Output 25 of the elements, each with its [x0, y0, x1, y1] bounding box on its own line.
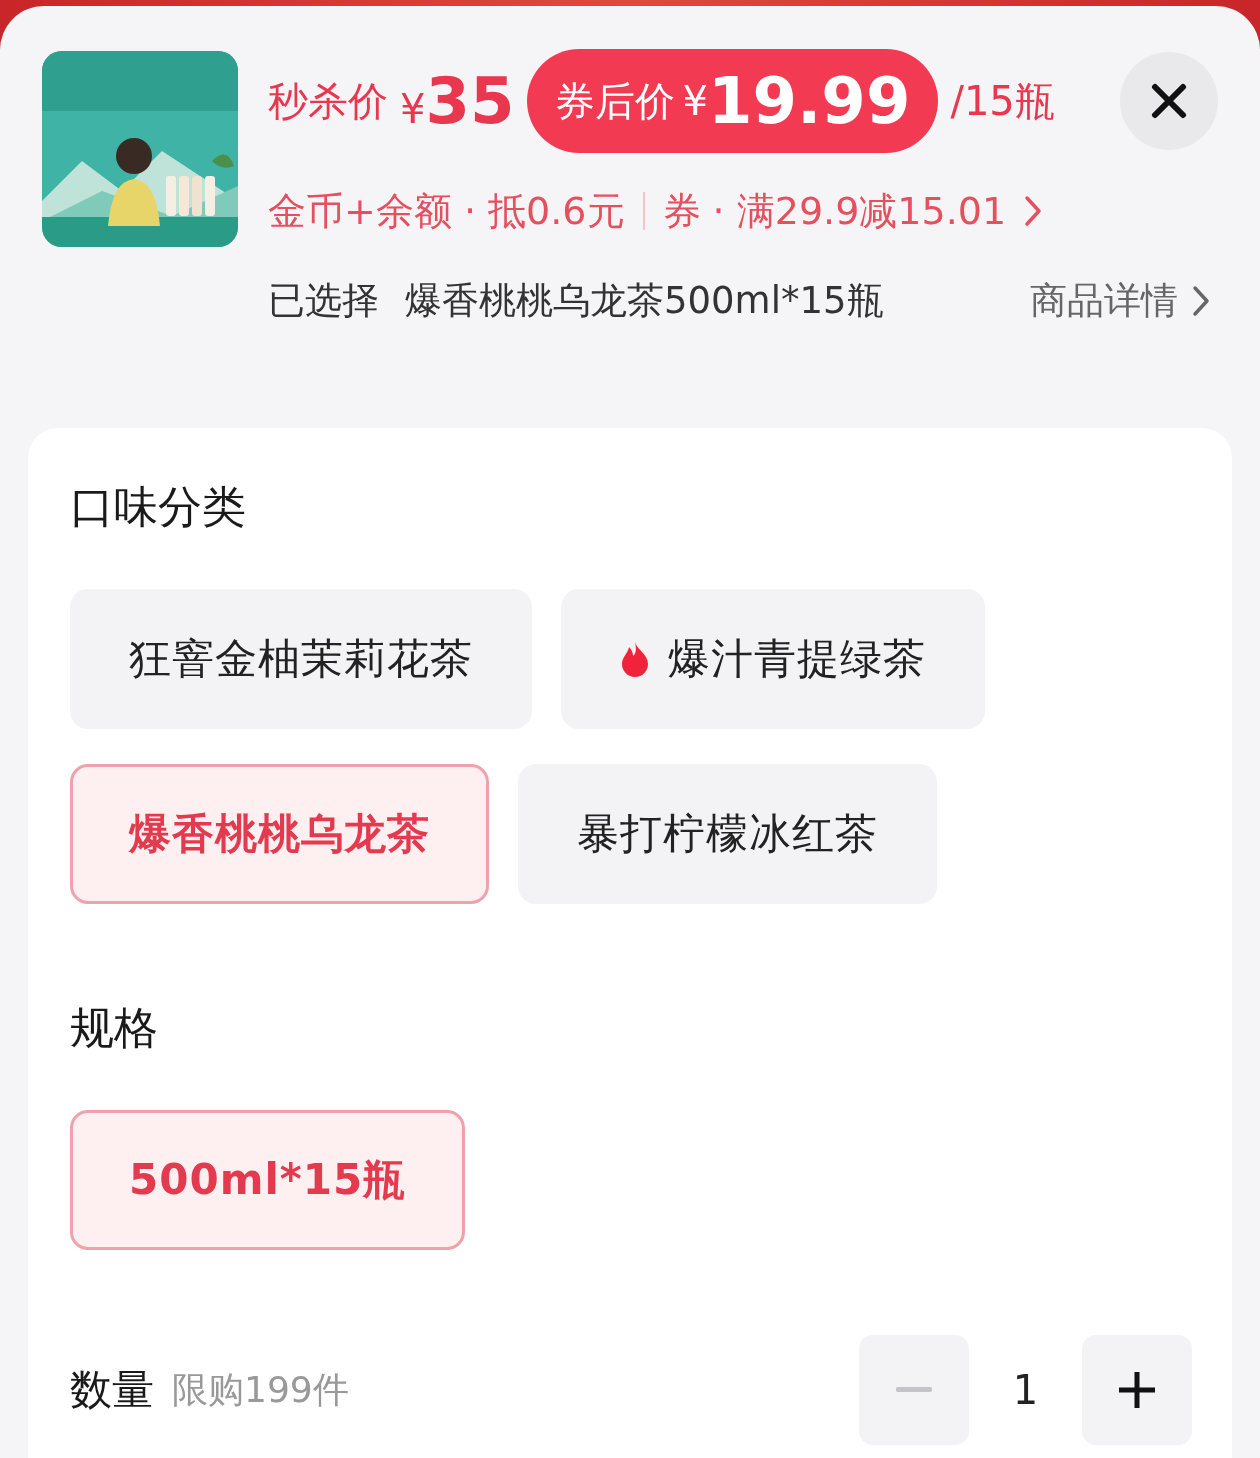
minus-icon	[896, 1387, 932, 1393]
option-chip[interactable]: 暴打柠檬冰红茶	[518, 764, 937, 904]
chevron-right-icon	[1024, 195, 1043, 227]
selected-value: 爆香桃桃乌龙茶500ml*15瓶	[405, 278, 885, 324]
option-chip[interactable]: 狂窨金柚茉莉花茶	[70, 589, 532, 729]
chevron-right-icon	[1192, 285, 1210, 317]
discount-text: 券 · 满29.9减15.01	[662, 187, 1007, 235]
close-icon	[1151, 83, 1187, 119]
option-chip[interactable]: 爆香桃桃乌龙茶	[70, 764, 489, 904]
details-link[interactable]: 商品详情	[1030, 276, 1210, 326]
flash-price: ¥35	[400, 64, 515, 138]
flash-price-label: 秒杀价	[268, 76, 388, 126]
option-chip[interactable]: 爆汁青提绿茶	[561, 589, 985, 729]
plus-icon	[1119, 1372, 1155, 1408]
coupon-price-badge: 券后价 ¥19.99	[526, 49, 939, 153]
selected-label: 已选择	[268, 278, 379, 324]
discount-text: 金币+余额 · 抵0.6元	[268, 187, 625, 235]
quantity-label: 数量	[70, 1364, 154, 1416]
section-title: 规格	[70, 1001, 159, 1055]
increment-button[interactable]	[1082, 1335, 1192, 1445]
section-title: 口味分类	[70, 480, 247, 534]
quantity-value: 1	[1011, 1367, 1040, 1413]
purchase-limit: 限购199件	[172, 1367, 350, 1412]
unit-label: /15瓶	[950, 76, 1055, 126]
option-chip[interactable]: 500ml*15瓶	[70, 1110, 466, 1250]
